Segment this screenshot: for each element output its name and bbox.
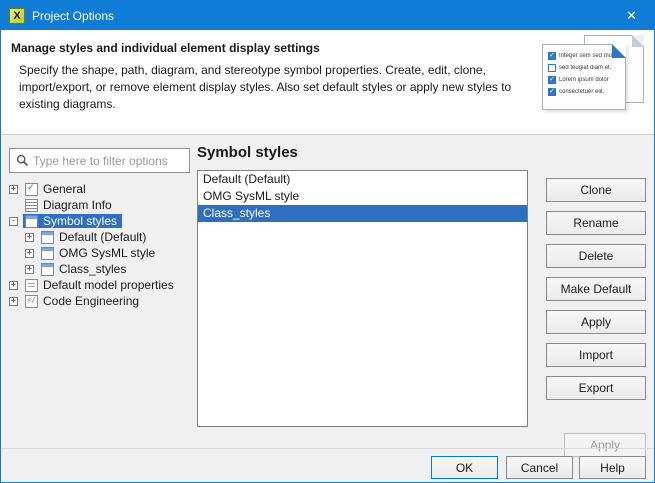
import-button[interactable]: Import	[546, 343, 646, 367]
illustration-check-row: consectetuer elit.	[548, 88, 625, 96]
expand-icon[interactable]: +	[25, 249, 34, 258]
page-fold	[612, 44, 626, 58]
diagram-info-icon	[25, 199, 38, 212]
rename-button[interactable]: Rename	[546, 211, 646, 235]
export-button[interactable]: Export	[546, 376, 646, 400]
panel-title: Symbol styles	[197, 144, 298, 161]
tree-item-default-style[interactable]: + Default (Default)	[9, 229, 193, 245]
style-icon	[41, 231, 54, 244]
style-icon	[41, 263, 54, 276]
filter-field	[9, 148, 190, 173]
footer-separator	[1, 448, 655, 449]
project-options-dialog: X Project Options ✕ Manage styles and in…	[0, 0, 655, 483]
tree-item-class-styles[interactable]: + Class_styles	[9, 261, 193, 277]
make-default-button[interactable]: Make Default	[546, 277, 646, 301]
clone-button[interactable]: Clone	[546, 178, 646, 202]
symbol-styles-list: Default (Default) OMG SysML style Class_…	[197, 170, 528, 427]
general-icon	[25, 183, 38, 196]
list-item[interactable]: Class_styles	[198, 205, 527, 222]
header-description: Specify the shape, path, diagram, and st…	[19, 62, 534, 112]
unchecked-checkbox-icon	[548, 64, 556, 72]
list-item[interactable]: Default (Default)	[198, 171, 527, 188]
style-icon	[41, 247, 54, 260]
tree-item-diagram-info[interactable]: Diagram Info	[9, 197, 193, 213]
illustration-check-row: Lorem ipsum dolor	[548, 76, 625, 84]
apply-style-button[interactable]: Apply	[546, 310, 646, 334]
document-page-front: Integer sem sed mollis sed feugiat diam …	[542, 44, 626, 110]
symbol-styles-icon	[25, 215, 38, 228]
ok-button[interactable]: OK	[431, 456, 498, 479]
header: Manage styles and individual element dis…	[1, 30, 654, 135]
expand-icon[interactable]: +	[9, 185, 18, 194]
checked-checkbox-icon	[548, 76, 556, 84]
list-item[interactable]: OMG SysML style	[198, 188, 527, 205]
window-title: Project Options	[32, 9, 114, 23]
apply-button-disabled[interactable]: Apply	[564, 433, 646, 457]
checklist-illustration: Integer sem sed mollis sed feugiat diam …	[542, 35, 644, 113]
tree-item-symbol-styles[interactable]: - Symbol styles	[9, 213, 193, 229]
expand-icon[interactable]: +	[25, 233, 34, 242]
content-area: + General Diagram Info - Symbol styles +…	[1, 135, 654, 483]
search-icon	[16, 154, 29, 167]
checked-checkbox-icon	[548, 88, 556, 96]
delete-button[interactable]: Delete	[546, 244, 646, 268]
options-tree: + General Diagram Info - Symbol styles +…	[9, 181, 193, 309]
titlebar: X Project Options ✕	[1, 1, 654, 30]
cancel-button[interactable]: Cancel	[506, 456, 573, 479]
expand-icon[interactable]: +	[9, 281, 18, 290]
app-icon: X	[9, 8, 25, 24]
tree-item-code-engineering[interactable]: + Code Engineering	[9, 293, 193, 309]
tree-item-general[interactable]: + General	[9, 181, 193, 197]
model-properties-icon	[25, 279, 38, 292]
collapse-icon[interactable]: -	[9, 217, 18, 226]
code-engineering-icon	[25, 295, 38, 308]
checked-checkbox-icon	[548, 52, 556, 60]
tree-item-default-model-properties[interactable]: + Default model properties	[9, 277, 193, 293]
tree-item-omg-sysml-style[interactable]: + OMG SysML style	[9, 245, 193, 261]
close-icon[interactable]: ✕	[609, 1, 654, 30]
filter-input[interactable]	[33, 154, 173, 168]
expand-icon[interactable]: +	[9, 297, 18, 306]
expand-icon[interactable]: +	[25, 265, 34, 274]
help-button[interactable]: Help	[579, 456, 646, 479]
illustration-check-row: sed feugiat diam et.	[548, 64, 625, 72]
